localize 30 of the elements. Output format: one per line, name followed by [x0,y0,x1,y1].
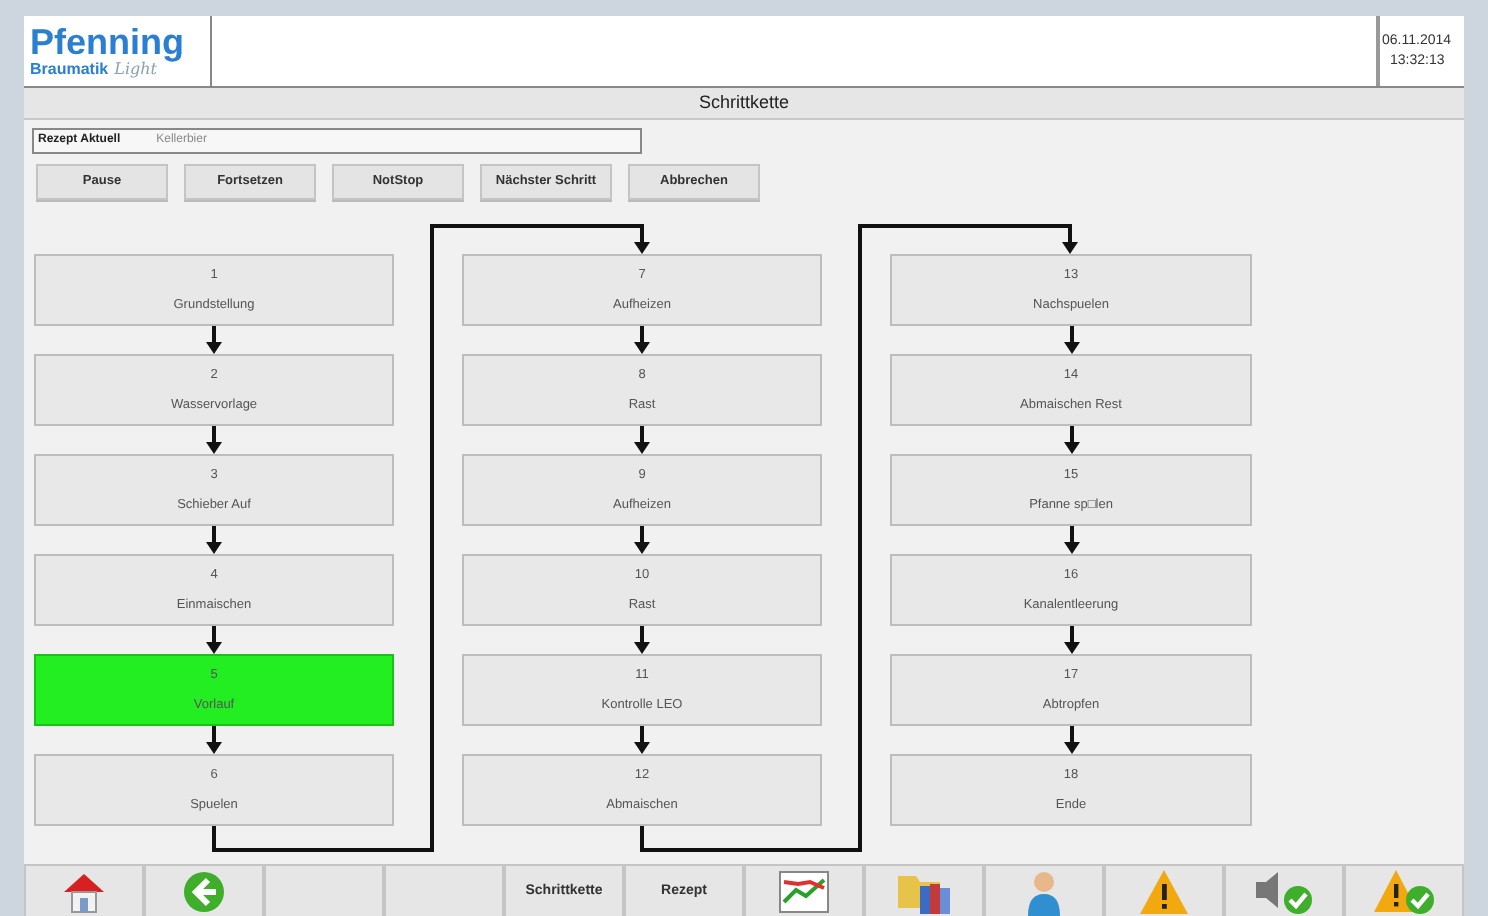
toolbar-button[interactable] [1344,864,1464,916]
down-arrow-icon [206,326,222,354]
speaker-check-icon [1252,868,1316,916]
down-arrow-icon [1063,626,1079,654]
toolbar-button[interactable] [984,864,1104,916]
chart-icon [778,870,830,914]
down-arrow-icon [1063,426,1079,454]
toolbar-button[interactable] [744,864,864,916]
warning-icon [1138,868,1190,916]
logo: Pfenning Braumatik Light [24,16,212,86]
down-arrow-icon [634,326,650,354]
down-arrow-icon [1063,526,1079,554]
down-arrow-icon [634,526,650,554]
toolbar-button[interactable] [144,864,264,916]
down-arrow-icon [1063,726,1079,754]
down-arrow-icon [206,626,222,654]
user-icon [1024,868,1064,916]
down-arrow-icon [1063,326,1079,354]
down-arrow-icon [206,526,222,554]
down-arrow-icon [206,726,222,754]
toolbar-button[interactable] [24,864,144,916]
toolbar-button[interactable] [1224,864,1344,916]
down-arrow-icon [634,426,650,454]
house-icon [60,870,108,914]
down-arrow-icon [206,426,222,454]
down-arrow-icon [634,726,650,754]
page-title: Schrittkette [698,89,790,116]
warning-check-icon [1372,868,1436,916]
toolbar-button[interactable] [864,864,984,916]
down-arrow-icon [634,626,650,654]
